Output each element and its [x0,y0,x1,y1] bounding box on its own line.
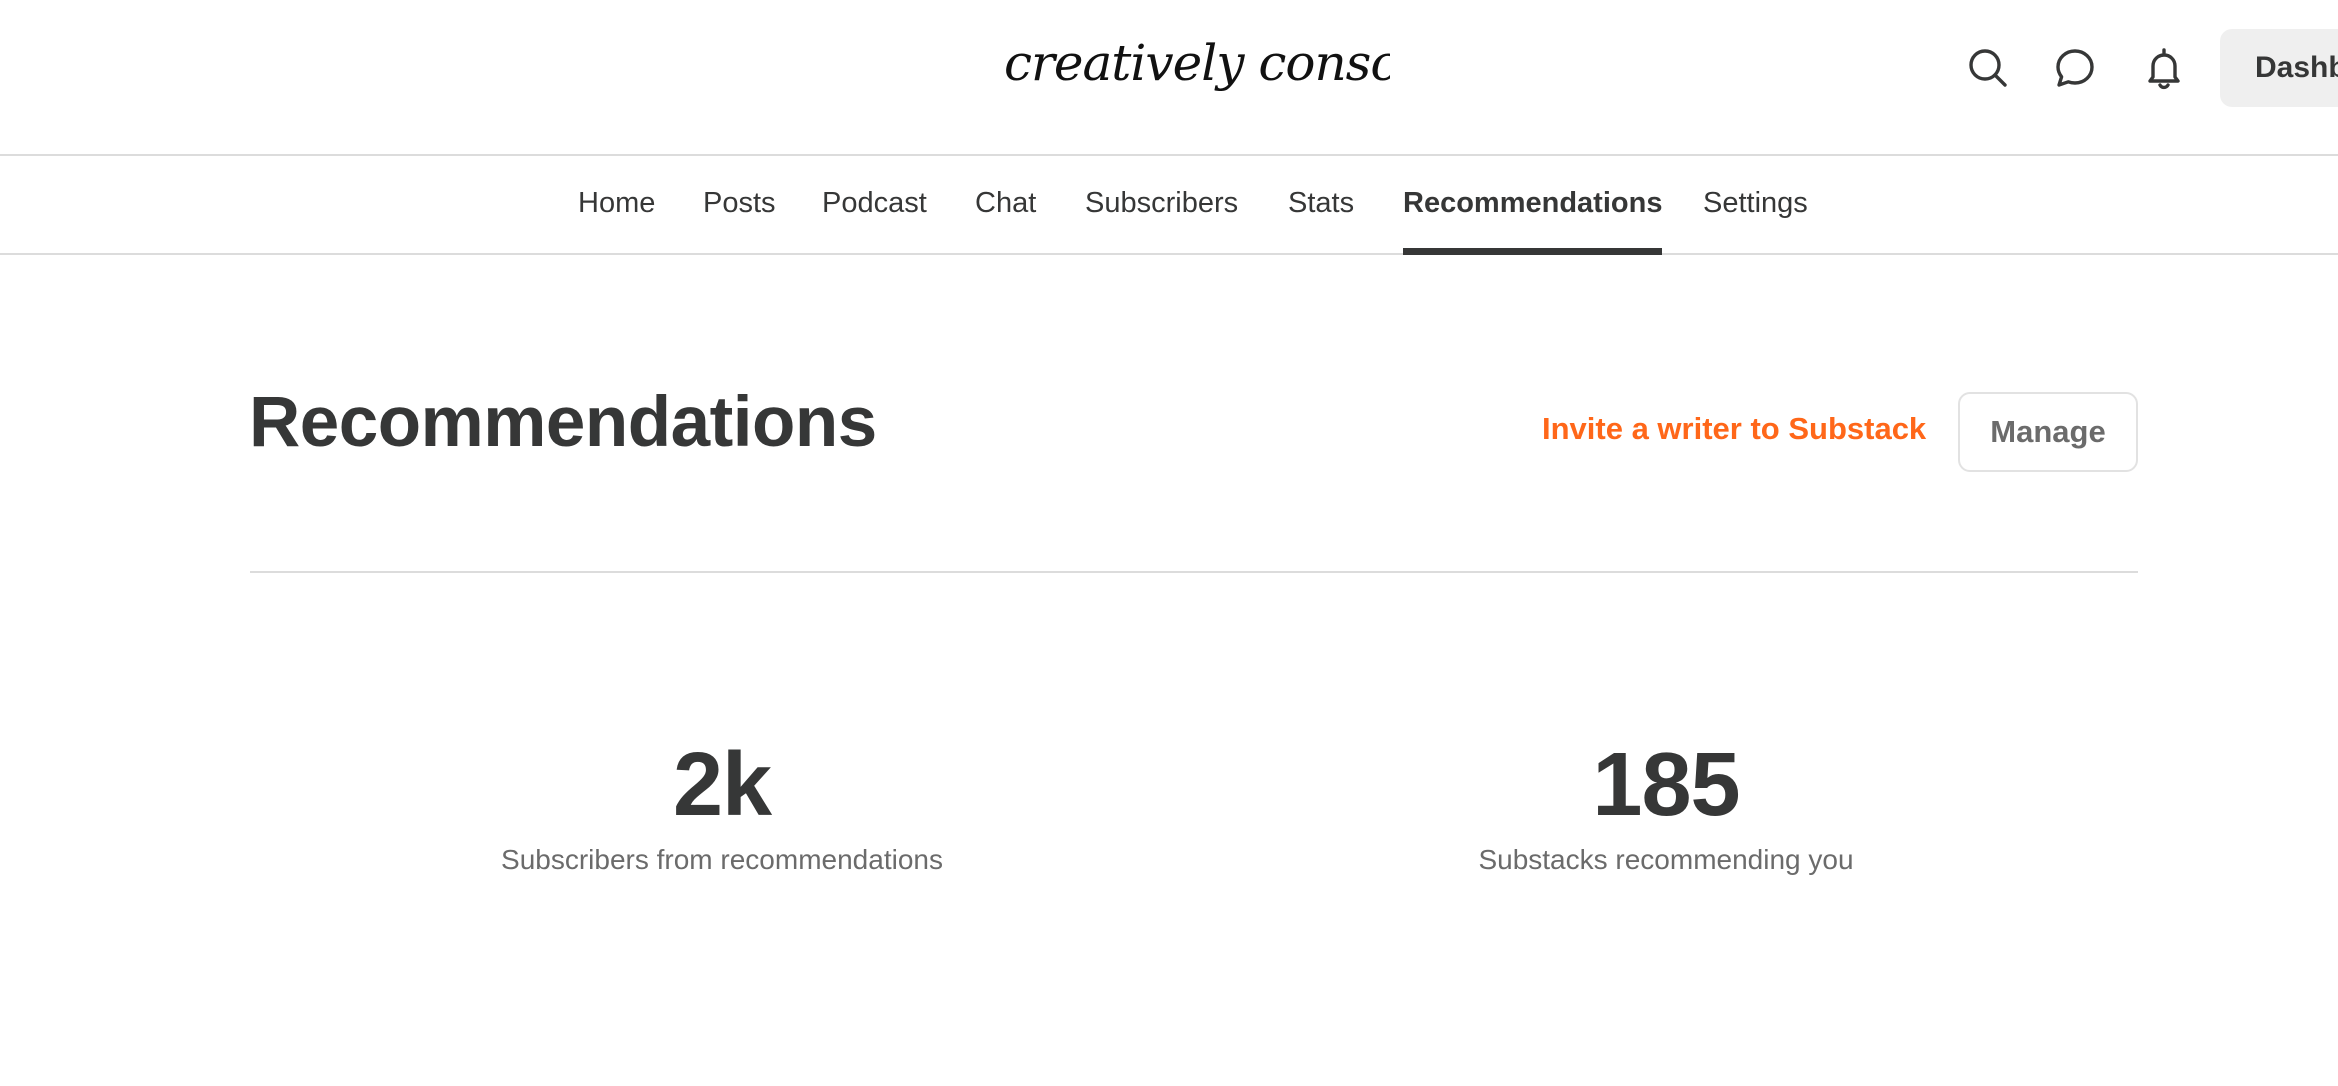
tab-stats[interactable]: Stats [1288,156,1354,255]
page-title: Recommendations [249,383,877,462]
bell-icon[interactable] [2140,44,2188,92]
tab-recommendations[interactable]: Recommendations [1403,156,1663,255]
chat-bubble-icon[interactable] [2051,44,2099,92]
logo-text: creatively conscious [1004,34,1390,92]
manage-button[interactable]: Manage [1958,392,2138,472]
dashboard-nav: Home Posts Podcast Chat Subscribers Stat… [0,156,2338,255]
stat-substacks-recommending: 185 Substacks recommending you [1316,730,2016,876]
tab-chat[interactable]: Chat [975,156,1036,255]
header-divider [250,571,2138,573]
publication-logo[interactable]: creatively conscious [1000,24,1390,114]
dashboard-button[interactable]: Dashb [2220,29,2338,107]
top-bar: creatively conscious Dashb [0,0,2338,156]
stat-subscribers-from-recommendations: 2k Subscribers from recommendations [372,730,1072,876]
tab-podcast[interactable]: Podcast [822,156,927,255]
tab-home[interactable]: Home [578,156,655,255]
tab-subscribers[interactable]: Subscribers [1085,156,1238,255]
invite-writer-link[interactable]: Invite a writer to Substack [1542,411,1926,447]
tab-settings[interactable]: Settings [1703,156,1808,255]
stat-label: Subscribers from recommendations [501,844,943,875]
stat-label: Substacks recommending you [1478,844,1854,875]
tab-posts[interactable]: Posts [703,156,776,255]
search-icon[interactable] [1964,44,2012,92]
stat-value: 185 [1592,735,1740,835]
stat-value: 2k [672,735,772,835]
